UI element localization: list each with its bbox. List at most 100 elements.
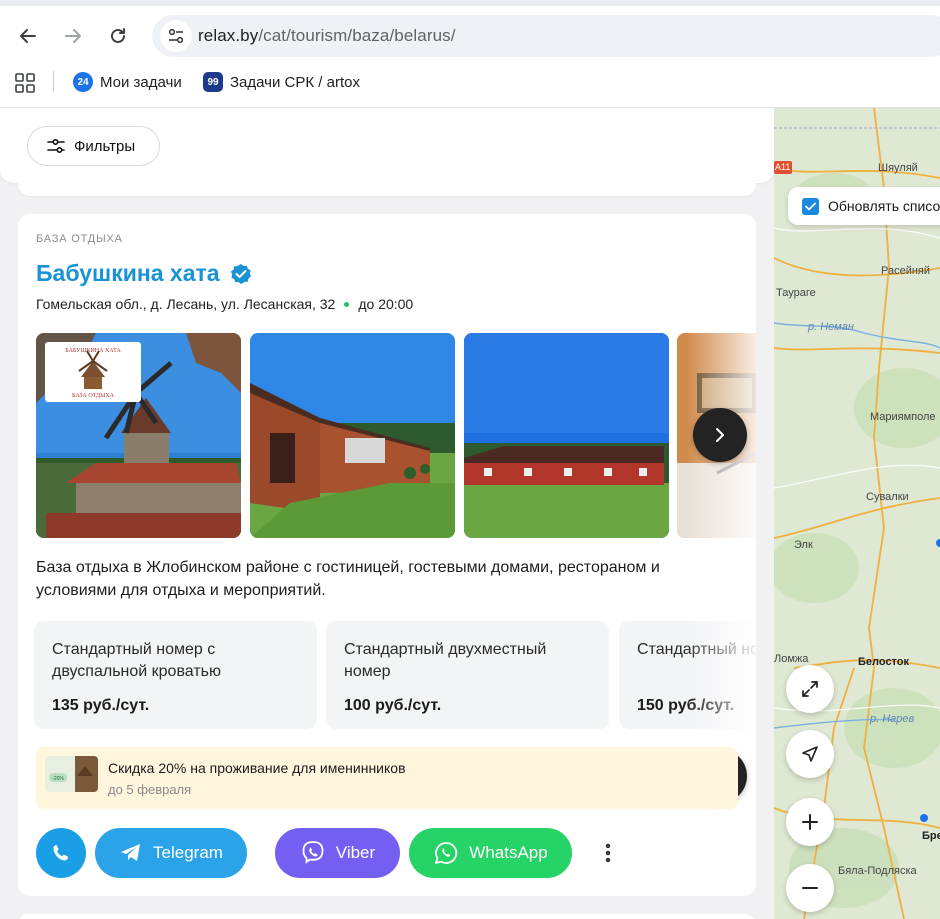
guest-houses-image — [250, 333, 455, 538]
promo-banner[interactable]: -20% Скидка 20% на проживание для именин… — [36, 747, 738, 809]
room-offer-card[interactable]: Стандартный номер с двуспальной кроватью… — [34, 621, 317, 729]
map-city-label: Таураге — [776, 287, 816, 299]
whatsapp-label: WhatsApp — [469, 843, 548, 862]
map-river-label: р. Нарев — [870, 713, 915, 725]
bookmark-my-tasks[interactable]: 24 Мои задачи — [73, 72, 182, 92]
url-text[interactable]: relax.by/cat/tourism/baza/belarus/ — [198, 26, 456, 46]
promo-date: до 5 февраля — [108, 782, 192, 797]
road-label: A11 — [775, 162, 791, 172]
zoom-out-button[interactable] — [786, 864, 834, 912]
telegram-button[interactable]: Telegram — [95, 828, 247, 878]
filters-button[interactable]: Фильтры — [27, 126, 160, 166]
tab-strip-edge — [0, 0, 940, 6]
logo-bottom-text: БАЗА ОТДЫХА — [72, 393, 115, 399]
listing-title[interactable]: Бабушкина хата — [36, 260, 220, 287]
back-button[interactable] — [12, 20, 44, 52]
fullscreen-button[interactable] — [786, 665, 834, 713]
map-city-label: Бяла-Подляска — [838, 865, 917, 877]
bookmark-label: Задачи СРК / artox — [230, 73, 360, 91]
map-city-label: Мариямполе — [870, 411, 936, 423]
room-name: Стандартный номер с двуспальной кроватью — [52, 641, 221, 680]
listing-column: Фильтры БАЗА ОТДЫХА Бабушкина хата Гомел… — [0, 108, 774, 919]
url-path: /cat/tourism/baza/belarus/ — [258, 26, 456, 45]
telegram-icon — [121, 844, 141, 861]
map-city-label: Ломжа — [774, 653, 809, 665]
map-panel[interactable]: A11 Шяуляй Расейняй Таураге р. Неман Мар… — [774, 108, 940, 919]
phone-icon — [53, 845, 68, 861]
contact-actions: Telegram Viber WhatsApp — [36, 828, 756, 878]
address-text: Гомельская обл., д. Лесань, ул. Лесанска… — [36, 296, 336, 312]
site-settings-icon — [168, 28, 184, 44]
srk-favicon-icon: 99 — [203, 72, 223, 92]
location-arrow-icon — [802, 746, 818, 762]
viber-label: Viber — [335, 843, 376, 862]
room-price: 100 руб./сут. — [344, 697, 442, 714]
sliders-icon — [47, 138, 65, 154]
my-location-button[interactable] — [786, 730, 834, 778]
arrow-right-icon — [65, 29, 81, 43]
map-canvas — [774, 108, 940, 919]
next-listing-card — [18, 914, 756, 919]
arrow-left-icon — [20, 29, 36, 43]
logo-top-text: БАБУШКИНА ХАТА — [65, 348, 121, 354]
previous-listing-card — [18, 183, 756, 196]
reload-icon — [111, 28, 125, 43]
bookmarks-divider — [53, 71, 54, 91]
url-domain: relax.by — [198, 26, 259, 45]
gallery-photo[interactable] — [250, 333, 455, 538]
filters-panel: Фильтры — [0, 108, 774, 183]
listing-title-row: Бабушкина хата — [36, 260, 252, 287]
map-river-label: р. Неман — [808, 321, 854, 333]
site-info-button[interactable] — [160, 20, 192, 52]
map-city-label: Сувалки — [866, 491, 909, 503]
listing-card[interactable]: БАЗА ОТДЫХА Бабушкина хата Гомельская об… — [18, 214, 756, 896]
listing-address: Гомельская обл., д. Лесань, ул. Лесанска… — [36, 296, 413, 312]
bookmark-srk-tasks[interactable]: 99 Задачи СРК / artox — [203, 72, 360, 92]
filters-label: Фильтры — [74, 137, 136, 155]
whatsapp-icon — [434, 842, 458, 865]
reload-button[interactable] — [102, 20, 134, 52]
gallery-next-button[interactable] — [693, 408, 747, 462]
tasks-favicon-icon: 24 — [73, 72, 93, 92]
address-bar[interactable]: relax.by/cat/tourism/baza/belarus/ — [152, 15, 940, 57]
telegram-label: Telegram — [153, 843, 223, 862]
more-options-icon[interactable] — [603, 842, 613, 864]
map-city-label: Белосток — [858, 656, 910, 668]
rooms-fade — [686, 621, 756, 730]
update-list-label: Обновлять список — [828, 198, 940, 214]
checkbox-checked-icon[interactable] — [802, 197, 819, 215]
photo-gallery[interactable]: БАБУШКИНА ХАТА БАЗА ОТДЫХА — [36, 333, 756, 538]
viber-icon — [302, 841, 324, 864]
promo-badge-text: -20% — [52, 776, 64, 782]
promo-title: Скидка 20% на проживание для именинников — [108, 760, 406, 776]
gallery-photo[interactable]: БАБУШКИНА ХАТА БАЗА ОТДЫХА — [36, 333, 241, 538]
room-offer-card[interactable]: Стандартный двухместный номер 100 руб./с… — [326, 621, 609, 729]
call-button[interactable] — [36, 828, 86, 878]
listing-description: База отдыха в Жлобинском районе с гостин… — [36, 559, 660, 599]
open-status-dot — [344, 301, 350, 307]
gallery-photo[interactable] — [464, 333, 669, 538]
opening-hours: до 20:00 — [358, 296, 414, 312]
map-city-label: Элк — [794, 539, 813, 551]
whatsapp-button[interactable]: WhatsApp — [409, 828, 572, 878]
expand-icon — [802, 681, 818, 697]
viber-button[interactable]: Viber — [275, 828, 400, 878]
promo-thumbnail: -20% — [45, 756, 98, 792]
verified-badge-icon — [230, 263, 251, 284]
zoom-in-button[interactable] — [786, 798, 834, 846]
chevron-right-icon — [716, 428, 724, 442]
minus-icon — [802, 887, 818, 889]
bookmark-label: Мои задачи — [100, 73, 182, 91]
forward-button[interactable] — [57, 20, 89, 52]
room-name: Стандартный двухместный номер — [344, 641, 547, 680]
apps-grid-icon[interactable] — [14, 72, 36, 94]
update-list-toggle[interactable]: Обновлять список — [788, 187, 940, 225]
room-offers[interactable]: Стандартный номер с двуспальной кроватью… — [34, 621, 756, 730]
mill-building-image: БАБУШКИНА ХАТА БАЗА ОТДЫХА — [36, 333, 241, 538]
browser-toolbar: relax.by/cat/tourism/baza/belarus/ 24 Мо… — [0, 0, 940, 108]
map-city-label: Шяуляй — [878, 162, 918, 174]
map-city-label: Брест — [922, 830, 940, 842]
map-city-label: Расейняй — [881, 265, 931, 277]
room-price: 135 руб./сут. — [52, 697, 150, 714]
plus-icon — [802, 814, 818, 830]
